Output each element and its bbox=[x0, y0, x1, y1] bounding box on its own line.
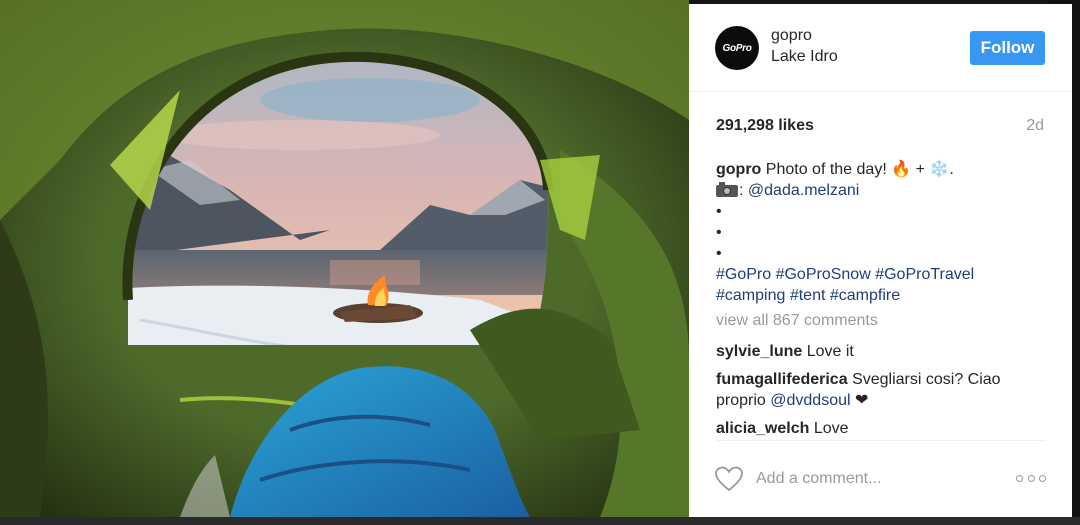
caption: gopro Photo of the day! 🔥 + ❄️. : @dada.… bbox=[716, 159, 1046, 306]
comment-author[interactable]: sylvie_lune bbox=[716, 343, 802, 360]
post-photo[interactable] bbox=[0, 0, 689, 517]
avatar[interactable]: GoPro bbox=[715, 26, 759, 70]
fire-emoji: 🔥 bbox=[891, 161, 912, 178]
comment-author[interactable]: alicia_welch bbox=[716, 420, 809, 437]
location-link[interactable]: Lake Idro bbox=[771, 48, 838, 66]
camera-icon bbox=[716, 182, 738, 197]
caption-text: Photo of the day! bbox=[765, 161, 887, 178]
comment-mention-link[interactable]: @dvddsoul bbox=[770, 392, 850, 409]
add-comment-input[interactable] bbox=[756, 467, 996, 491]
comment-item: sylvie_lune Love it bbox=[716, 341, 1046, 362]
avatar-logo-text: GoPro bbox=[722, 42, 752, 54]
heart-emoji: ❤ bbox=[855, 392, 869, 409]
caption-plus: + bbox=[915, 161, 925, 178]
caption-dot: • bbox=[716, 245, 722, 262]
dot bbox=[1016, 474, 1023, 482]
comment-item: alicia_welch Love bbox=[716, 418, 1046, 439]
divider bbox=[716, 440, 1045, 441]
follow-button[interactable]: Follow bbox=[970, 31, 1045, 65]
credit-mention-link[interactable]: @dada.melzani bbox=[748, 182, 859, 199]
post-header: GoPro gopro Lake Idro Follow bbox=[689, 4, 1072, 92]
hashtags-line-1[interactable]: #GoPro #GoProSnow #GoProTravel bbox=[716, 264, 1046, 285]
hashtags-line-2[interactable]: #camping #tent #campfire bbox=[716, 285, 1046, 306]
post-details-panel: GoPro gopro Lake Idro Follow 291,298 lik… bbox=[689, 4, 1072, 517]
caption-author[interactable]: gopro bbox=[716, 161, 761, 178]
backdrop-bottom bbox=[0, 517, 1080, 525]
likes-count[interactable]: 291,298 likes bbox=[716, 117, 814, 135]
comment-text: Love it bbox=[806, 343, 854, 360]
snowflake-emoji: ❄️ bbox=[929, 161, 950, 178]
post-age[interactable]: 2d bbox=[1026, 117, 1044, 135]
dot bbox=[1039, 474, 1046, 482]
heart-icon[interactable] bbox=[715, 466, 743, 492]
comment-text: Love bbox=[813, 420, 849, 437]
comment-item: fumagallifederica Svegliarsi cosi? Ciao … bbox=[716, 369, 1046, 411]
more-options-icon[interactable] bbox=[1016, 472, 1046, 484]
caption-dot: • bbox=[716, 203, 722, 220]
caption-dot: • bbox=[716, 224, 722, 241]
credit-prefix: : bbox=[739, 182, 744, 199]
caption-period: . bbox=[949, 161, 954, 178]
comment-author[interactable]: fumagallifederica bbox=[716, 371, 848, 388]
username-link[interactable]: gopro bbox=[771, 27, 812, 45]
view-all-comments-link[interactable]: view all 867 comments bbox=[716, 312, 878, 330]
dot bbox=[1027, 474, 1035, 482]
